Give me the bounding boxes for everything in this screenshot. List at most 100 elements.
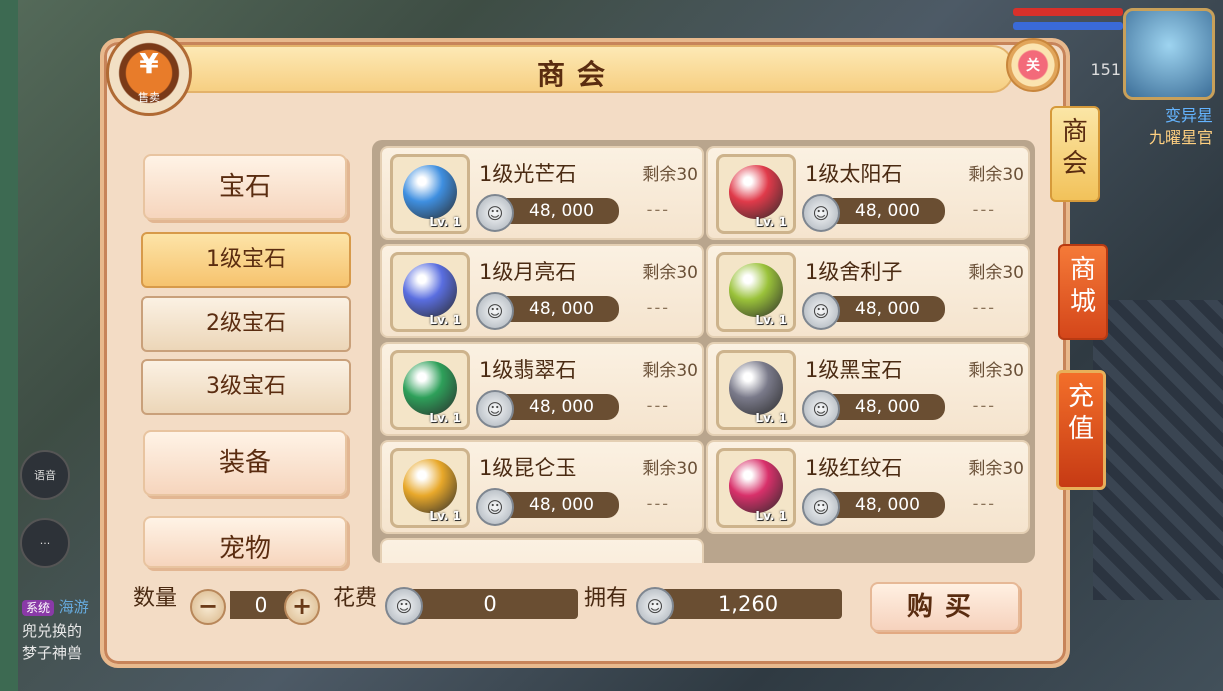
blue-crystal-gem-icon [403, 165, 457, 219]
item-level: Lv. 1 [429, 509, 461, 523]
tab-recharge[interactable]: 充值 [1056, 370, 1106, 490]
blue-crescent-gem-icon [403, 263, 457, 317]
scene-left-strip [0, 0, 18, 691]
item-icon-frame: Lv. 1 [390, 350, 470, 430]
page-title: 商会 [536, 58, 617, 91]
item-name: 1级红纹石 [805, 456, 903, 480]
item-icon-frame: Lv. 1 [716, 252, 796, 332]
item-level: Lv. 1 [429, 215, 461, 229]
buy-button[interactable]: 购买 [870, 582, 1020, 632]
subcategory-level2-gems[interactable]: 2级宝石 [141, 296, 351, 352]
item-card[interactable]: Lv. 1 1级昆仑玉 剩余30 48, 000 ☺ --- [380, 440, 704, 534]
item-card[interactable]: Lv. 1 1级红纹石 剩余30 48, 000 ☺ --- [706, 440, 1030, 534]
item-level: Lv. 1 [755, 313, 787, 327]
category-equipment[interactable]: 装备 [143, 430, 347, 496]
item-icon-frame: Lv. 1 [716, 154, 796, 234]
player-avatar[interactable] [1123, 8, 1215, 100]
item-icon-frame: Lv. 1 [390, 252, 470, 332]
subcategory-level3-gems[interactable]: 3级宝石 [141, 359, 351, 415]
item-card[interactable]: Lv. 1 1级月亮石 剩余30 48, 000 ☺ --- [380, 244, 704, 338]
item-grid[interactable]: Lv. 1 1级光芒石 剩余30 48, 000 ☺ --- Lv. 1 1级太阳石 剩余30 4… [372, 140, 1035, 563]
owned-label: 拥有 [584, 586, 629, 611]
silver-coin-icon: ☺ [802, 390, 840, 428]
tab-chamber-of-commerce[interactable]: 商会 [1050, 106, 1100, 202]
quantity-input[interactable]: 0 [230, 591, 292, 619]
target-name-1: 变异星 [1164, 106, 1213, 125]
item-name: 1级翡翠石 [479, 358, 577, 382]
item-extra: --- [972, 494, 996, 513]
item-extra: --- [646, 200, 670, 219]
item-icon-frame: Lv. 1 [390, 448, 470, 528]
decrease-quantity-button[interactable]: − [190, 589, 226, 625]
yen-icon: ¥ [139, 47, 159, 80]
sell-label: 售卖 [138, 91, 160, 104]
dark-diamond-gem-icon [729, 361, 783, 415]
item-remaining: 剩余30 [642, 263, 698, 283]
item-level: Lv. 1 [755, 509, 787, 523]
pink-swirl-gem-icon [729, 459, 783, 513]
item-card[interactable]: Lv. 1 1级太阳石 剩余30 48, 000 ☺ --- [706, 146, 1030, 240]
amber-jade-gem-icon [403, 459, 457, 513]
item-extra: --- [972, 298, 996, 317]
voice-chat-button[interactable]: 语音 [20, 450, 70, 500]
item-level: Lv. 1 [429, 313, 461, 327]
item-extra: --- [646, 396, 670, 415]
item-name: 1级黑宝石 [805, 358, 903, 382]
hp-mp-bars [1013, 8, 1123, 36]
item-card-partial[interactable] [380, 538, 704, 563]
item-remaining: 剩余30 [968, 361, 1024, 381]
item-name: 1级月亮石 [479, 260, 577, 284]
item-icon-frame: Lv. 1 [716, 350, 796, 430]
silver-coin-icon: ☺ [802, 488, 840, 526]
silver-coin-icon: ☺ [476, 292, 514, 330]
item-remaining: 剩余30 [968, 263, 1024, 283]
player-level: 151 [1090, 60, 1121, 79]
quantity-label: 数量 [133, 586, 178, 611]
sell-button[interactable]: ¥ 售卖 [106, 30, 192, 116]
item-name: 1级舍利子 [805, 260, 903, 284]
silver-coin-icon: ☺ [385, 587, 423, 625]
item-level: Lv. 1 [755, 215, 787, 229]
item-remaining: 剩余30 [968, 165, 1024, 185]
cost-label: 花费 [333, 586, 378, 611]
red-swirl-gem-icon [729, 165, 783, 219]
item-icon-frame: Lv. 1 [716, 448, 796, 528]
silver-coin-icon: ☺ [476, 488, 514, 526]
cost-value: 0 [402, 589, 578, 619]
tab-mall[interactable]: 商城 [1058, 244, 1108, 340]
scene-roof [1093, 300, 1223, 600]
system-chat-tag: 系统 海游 [22, 596, 89, 617]
item-remaining: 剩余30 [642, 165, 698, 185]
silver-coin-icon: ☺ [636, 587, 674, 625]
item-remaining: 剩余30 [642, 459, 698, 479]
item-extra: --- [646, 298, 670, 317]
increase-quantity-button[interactable]: + [284, 589, 320, 625]
owned-value: 1,260 [654, 589, 842, 619]
silver-coin-icon: ☺ [802, 194, 840, 232]
item-card[interactable]: Lv. 1 1级黑宝石 剩余30 48, 000 ☺ --- [706, 342, 1030, 436]
green-orb-gem-icon [403, 361, 457, 415]
subcategory-level1-gems[interactable]: 1级宝石 [141, 232, 351, 288]
category-pets[interactable]: 宠物 [143, 516, 347, 568]
item-extra: --- [646, 494, 670, 513]
close-button[interactable]: 关 [1006, 38, 1060, 92]
item-card[interactable]: Lv. 1 1级光芒石 剩余30 48, 000 ☺ --- [380, 146, 704, 240]
item-card[interactable]: Lv. 1 1级舍利子 剩余30 48, 000 ☺ --- [706, 244, 1030, 338]
silver-coin-icon: ☺ [802, 292, 840, 330]
green-beads-icon [729, 263, 783, 317]
chat-line-2: 梦子神兽 [22, 644, 83, 662]
chat-line-1: 兜兑换的 [22, 622, 83, 640]
item-icon-frame: Lv. 1 [390, 154, 470, 234]
chat-bubble-icon[interactable]: ··· [20, 518, 70, 568]
silver-coin-icon: ☺ [476, 194, 514, 232]
item-name: 1级太阳石 [805, 162, 903, 186]
item-remaining: 剩余30 [642, 361, 698, 381]
category-gems[interactable]: 宝石 [143, 154, 347, 220]
item-extra: --- [972, 200, 996, 219]
item-name: 1级昆仑玉 [479, 456, 577, 480]
item-card[interactable]: Lv. 1 1级翡翠石 剩余30 48, 000 ☺ --- [380, 342, 704, 436]
target-name-2: 九曜星官 [1148, 128, 1213, 147]
item-name: 1级光芒石 [479, 162, 577, 186]
item-extra: --- [972, 396, 996, 415]
item-level: Lv. 1 [755, 411, 787, 425]
